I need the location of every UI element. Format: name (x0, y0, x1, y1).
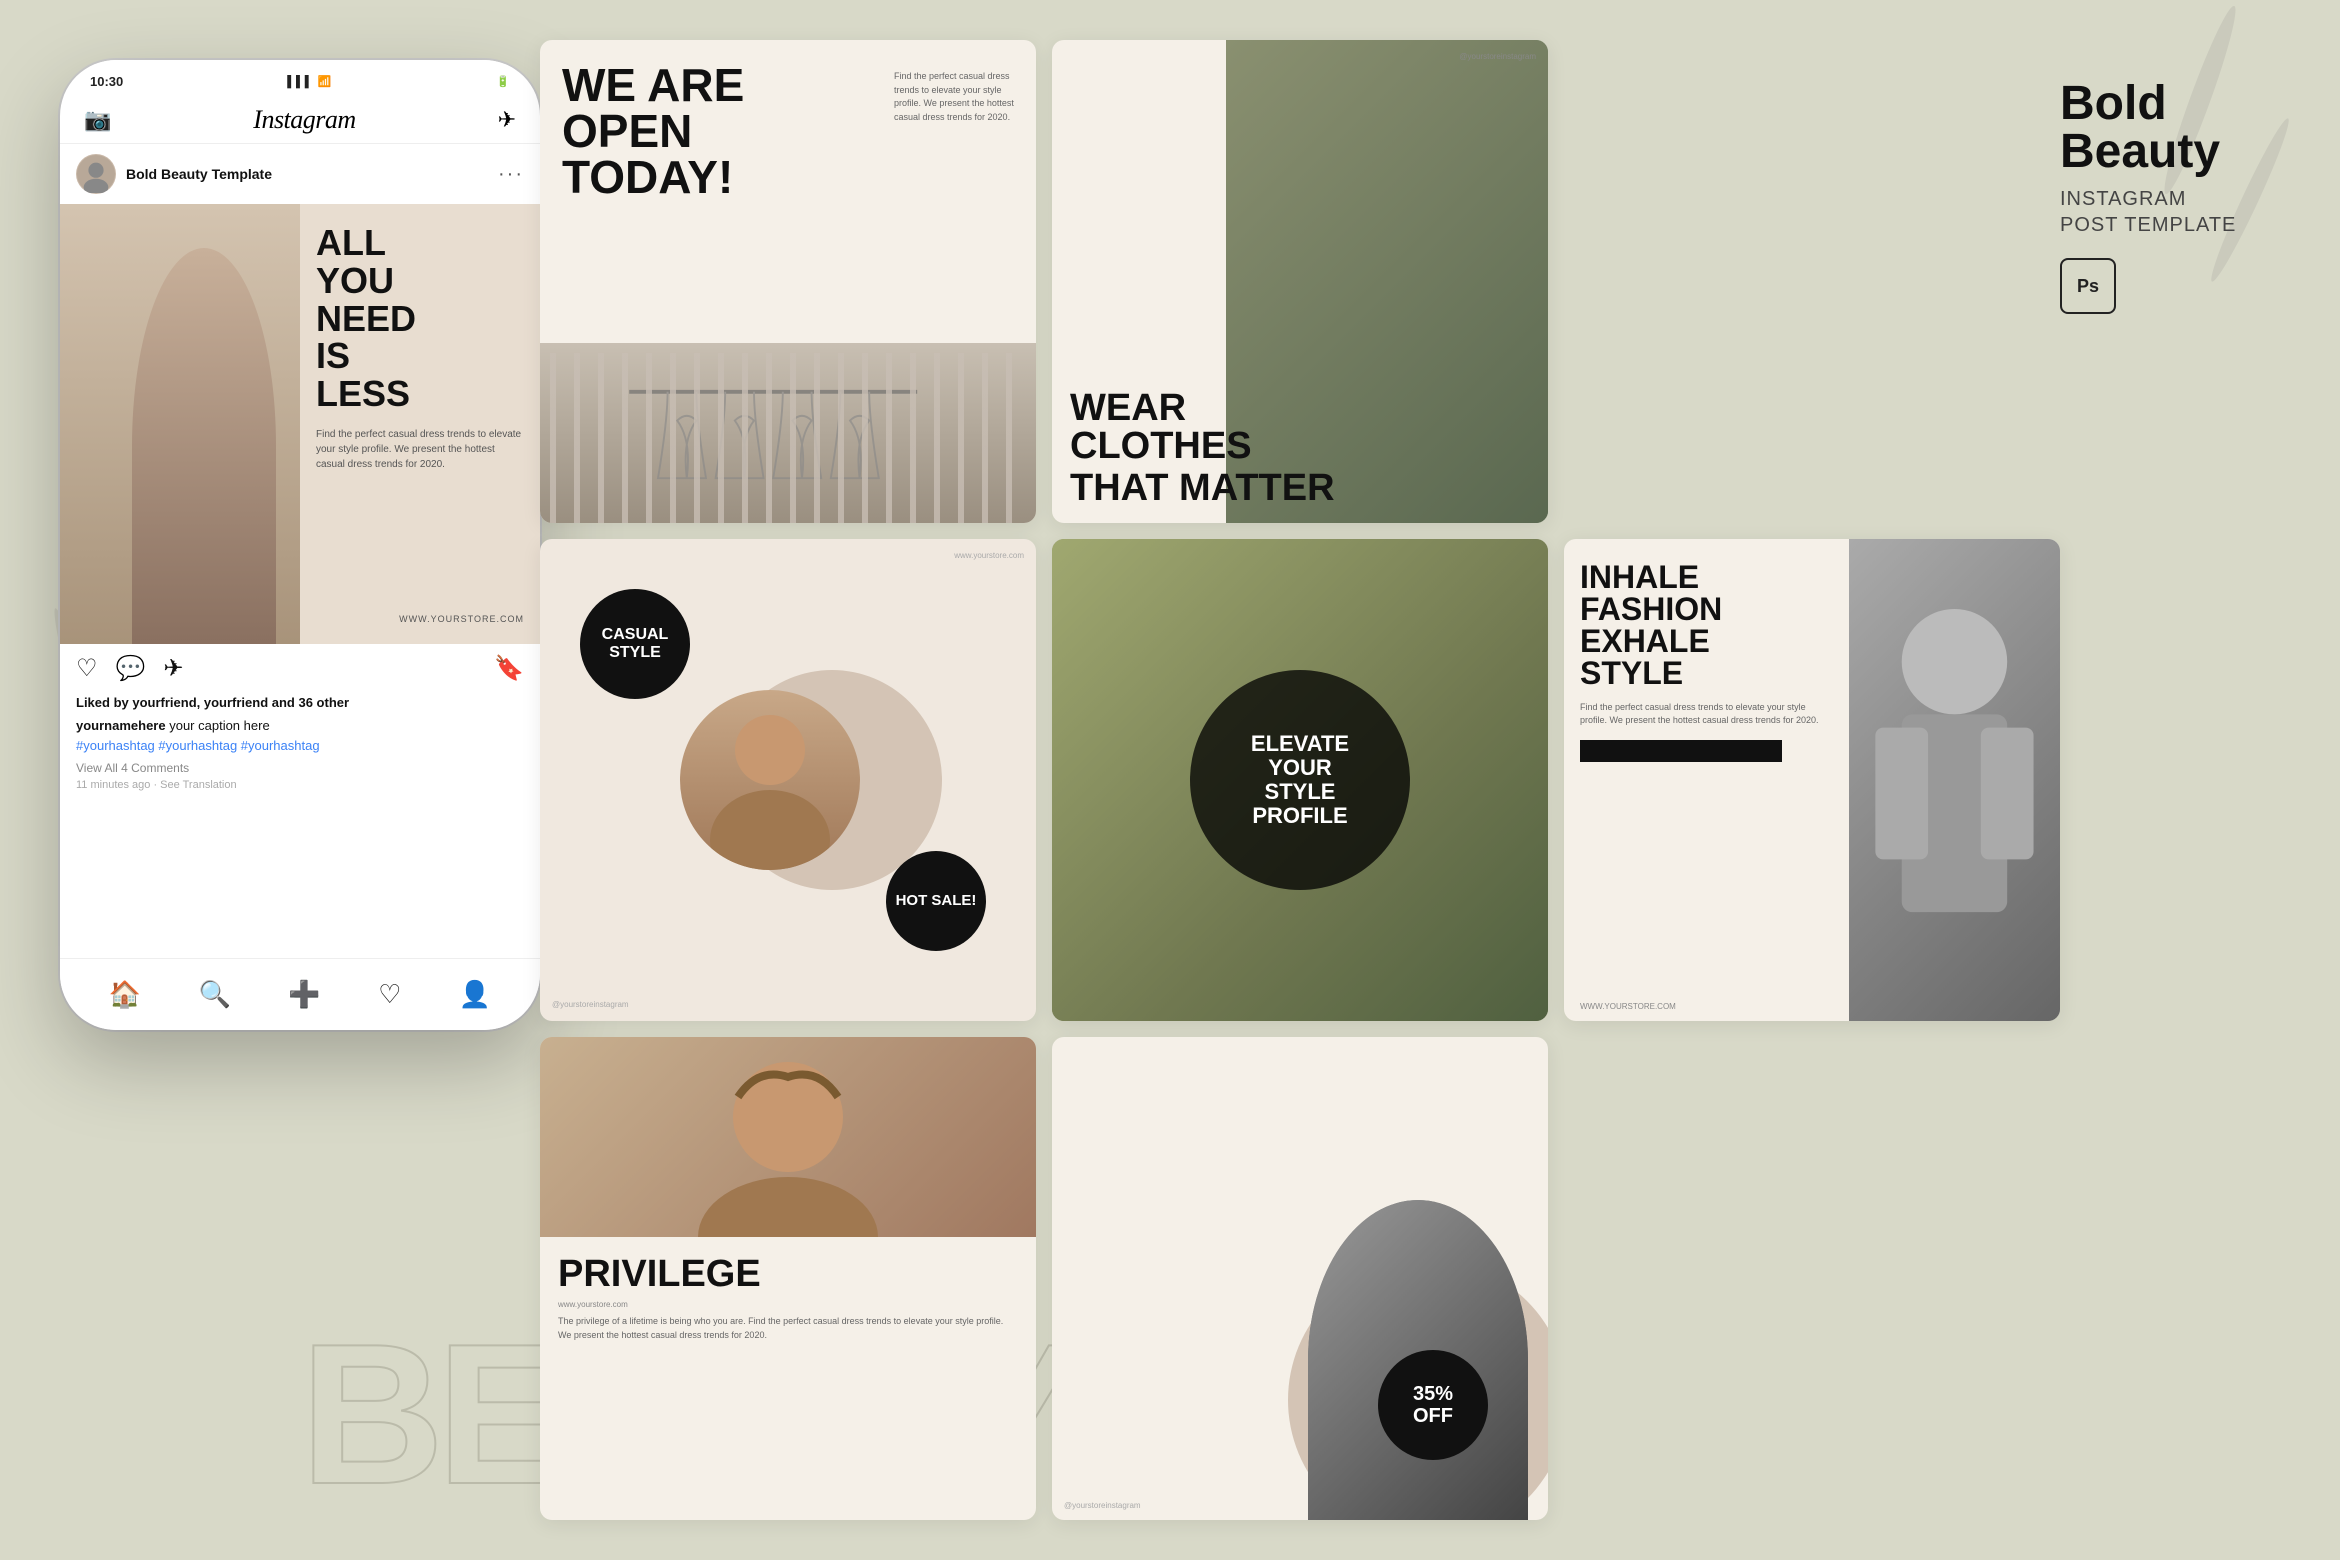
battery-icon: 🔋 (496, 75, 510, 88)
brand-subtitle: INSTAGRAMPOST TEMPLATE (2060, 186, 2300, 238)
comment-icon[interactable]: 💬 (116, 654, 146, 683)
post-options-icon[interactable]: ··· (498, 163, 524, 186)
post-actions-bar: ♡ 💬 ✈ 🔖 (60, 644, 540, 693)
card-casual-style: CASUAL STYLE HOT SALE! www.yourstore.com… (540, 539, 1036, 1022)
card-6-title: PRIVILEGE (558, 1253, 1018, 1296)
card-wear-clothes: @yourstoreinstagram WEARCLOTHES THAT MAT… (1052, 40, 1548, 523)
card-7-badge-text: 35%OFF (1413, 1383, 1453, 1427)
phone-mockup: 10:30 ▌▌▌ 📶 🔋 📷 Instagram ✈ Bold Beauty … (60, 60, 540, 1060)
post-store-url: WWW.YOURSTORE.COM (399, 614, 524, 624)
card-2-url: @yourstoreinstagram (1459, 52, 1536, 61)
card-3-person (680, 690, 860, 870)
card-3-ig: @yourstoreinstagram (552, 1000, 629, 1009)
card-privilege: PRIVILEGE www.yourstore.com The privileg… (540, 1037, 1036, 1520)
card-open-today: WE AREOPENTODAY! Find the perfect casual… (540, 40, 1036, 523)
post-image: ALLYOUNEEDISLESS Find the perfect casual… (60, 204, 540, 644)
card-inhale-fashion: INHALEFASHIONEXHALESTYLE Find the perfec… (1564, 539, 2060, 1022)
signal-icon: ▌▌▌ 📶 (287, 75, 332, 88)
profile-name: Bold Beauty Template (126, 166, 272, 182)
card-3-badge-casual: CASUAL STYLE (580, 589, 690, 699)
card-3-url: www.yourstore.com (954, 551, 1024, 560)
card-7-badge: 35%OFF (1378, 1350, 1488, 1460)
instagram-logo: Instagram (253, 105, 355, 135)
card-2-headline-bottom: THAT MATTER (1070, 469, 1530, 507)
card-5-image (1849, 539, 2060, 1022)
card-3-badge-hot: HOT SALE! (886, 851, 986, 951)
card-5-headline: INHALEFASHIONEXHALESTYLE (1580, 561, 1833, 689)
card-6-sub: The privilege of a lifetime is being who… (558, 1315, 1018, 1342)
post-likes-text: Liked by yourfriend, yourfriend and 36 o… (60, 693, 540, 712)
caption-text: your caption here (169, 718, 269, 733)
card-3-badge-hot-text: HOT SALE! (896, 893, 977, 910)
brand-title: Bold Beauty (2060, 80, 2300, 176)
card-6-bottom: PRIVILEGE www.yourstore.com The privileg… (540, 1237, 1036, 1520)
card-4-text: ELEVATEYOURSTYLEPROFILE (1251, 732, 1349, 829)
card-3-badge-casual-text: CASUAL STYLE (580, 626, 690, 661)
phone-body: 10:30 ▌▌▌ 📶 🔋 📷 Instagram ✈ Bold Beauty … (60, 60, 540, 1030)
add-nav-icon[interactable]: ➕ (288, 979, 320, 1010)
share-icon[interactable]: ✈ (163, 654, 183, 683)
card-35-off: 35%OFF @yourstoreinstagram (1052, 1037, 1548, 1520)
card-5-text-area: INHALEFASHIONEXHALESTYLE Find the perfec… (1564, 539, 1849, 1022)
card-5-url: WWW.YOURSTORE.COM (1580, 1002, 1676, 1011)
caption-username: yournamehere (76, 718, 166, 733)
phone-nav-bar: 🏠 🔍 ➕ ♡ 👤 (60, 958, 540, 1030)
card-2-text: WEARCLOTHES THAT MATTER (1052, 373, 1548, 523)
card-1-headline: WE AREOPENTODAY! (562, 62, 744, 200)
profile-nav-icon[interactable]: 👤 (459, 979, 491, 1010)
send-icon[interactable]: ✈ (498, 107, 516, 133)
heart-nav-icon[interactable]: ♡ (378, 979, 401, 1010)
post-image-figure (60, 204, 300, 644)
card-4-circle: ELEVATEYOURSTYLEPROFILE (1190, 670, 1410, 890)
instagram-header: 📷 Instagram ✈ (60, 97, 540, 144)
card-7-ig: @yourstoreinstagram (1064, 1501, 1141, 1510)
hashtags: #yourhashtag #yourhashtag #yourhashtag (76, 738, 320, 753)
card-1-top: WE AREOPENTODAY! Find the perfect casual… (540, 40, 1036, 343)
phone-time: 10:30 (90, 74, 123, 89)
post-body-text: Find the perfect casual dress trends to … (316, 427, 524, 472)
ps-badge: Ps (2060, 258, 2116, 314)
post-time: 11 minutes ago · See Translation (60, 777, 540, 799)
card-1-image (540, 343, 1036, 523)
phone-status-bar: 10:30 ▌▌▌ 📶 🔋 (60, 60, 540, 97)
post-image-text: ALLYOUNEEDISLESS Find the perfect casual… (300, 204, 540, 644)
avatar (76, 154, 116, 194)
camera-icon[interactable]: 📷 (84, 107, 111, 133)
title-block: Bold Beauty INSTAGRAMPOST TEMPLATE Ps (2060, 80, 2300, 314)
cards-grid: WE AREOPENTODAY! Find the perfect casual… (540, 40, 2060, 1520)
card-5-bar (1580, 740, 1782, 762)
post-main-headline: ALLYOUNEEDISLESS (316, 224, 524, 413)
search-nav-icon[interactable]: 🔍 (199, 979, 231, 1010)
post-caption: yournamehere your caption here #yourhash… (60, 712, 540, 759)
card-2-headline-top: WEARCLOTHES (1070, 389, 1530, 465)
home-nav-icon[interactable]: 🏠 (109, 979, 141, 1010)
card-5-sub: Find the perfect casual dress trends to … (1580, 701, 1833, 728)
view-comments[interactable]: View All 4 Comments (60, 759, 540, 777)
card-6-image (540, 1037, 1036, 1237)
save-icon[interactable]: 🔖 (494, 654, 524, 683)
card-elevate: ELEVATEYOURSTYLEPROFILE (1052, 539, 1548, 1022)
like-icon[interactable]: ♡ (76, 654, 98, 683)
card-6-url: www.yourstore.com (558, 1300, 1018, 1309)
post-profile-row: Bold Beauty Template ··· (60, 144, 540, 204)
card-1-subtext: Find the perfect casual dress trends to … (894, 70, 1014, 124)
